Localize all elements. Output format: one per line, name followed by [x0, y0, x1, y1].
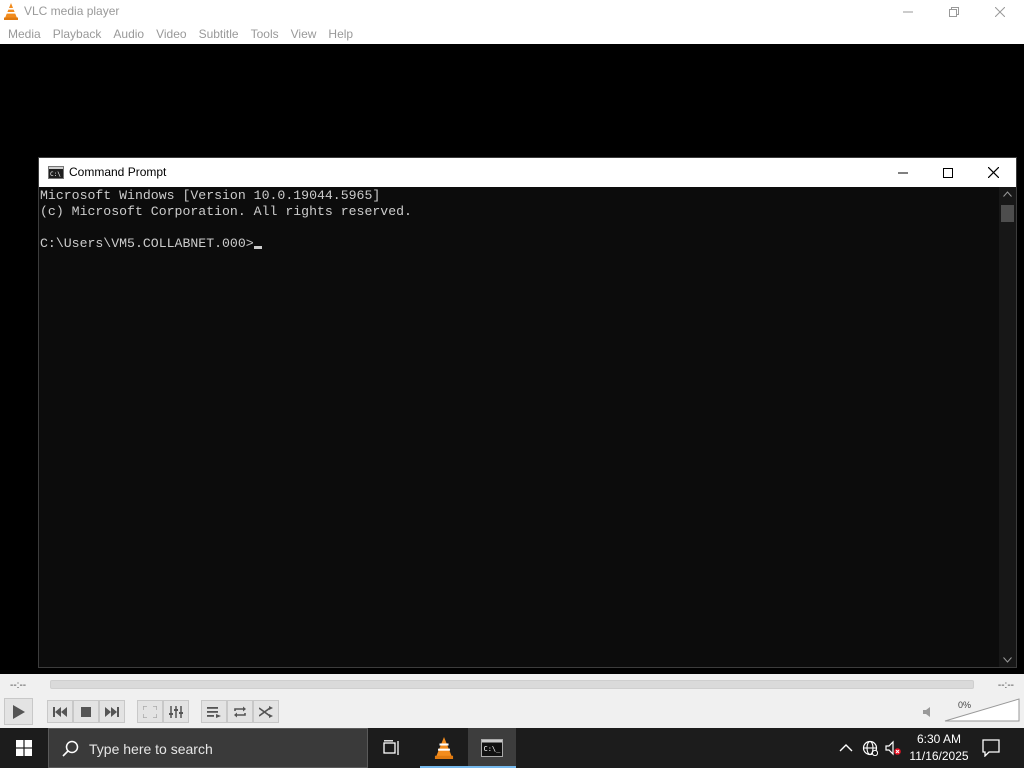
- console-output[interactable]: Microsoft Windows [Version 10.0.19044.59…: [39, 187, 999, 667]
- equalizer-icon: [169, 705, 183, 718]
- menu-help[interactable]: Help: [323, 27, 358, 41]
- console-line: (c) Microsoft Corporation. All rights re…: [40, 204, 412, 219]
- stop-icon: [81, 706, 91, 717]
- menu-tools[interactable]: Tools: [246, 27, 284, 41]
- menu-bar: Media Playback Audio Video Subtitle Tool…: [0, 23, 1024, 44]
- task-view-icon: [383, 740, 399, 755]
- scroll-down-icon[interactable]: [1003, 657, 1012, 663]
- volume-level: 0%: [958, 700, 972, 710]
- scroll-thumb[interactable]: [1001, 205, 1014, 222]
- play-icon: [12, 704, 25, 719]
- next-icon: [105, 706, 119, 717]
- stop-button[interactable]: [73, 700, 99, 723]
- prompt-line[interactable]: C:\Users\VM5.COLLABNET.000>: [40, 236, 999, 252]
- close-icon: [987, 167, 999, 178]
- fullscreen-icon: [143, 705, 157, 718]
- console-line: Microsoft Windows [Version 10.0.19044.59…: [40, 188, 381, 203]
- taskbar-command-prompt[interactable]: C:\_: [468, 728, 516, 768]
- loop-icon: [234, 706, 246, 717]
- loop-button[interactable]: [227, 700, 253, 723]
- notification-icon[interactable]: [982, 739, 1000, 757]
- taskbar: Type here to search C:\_ 6:30 AM 11/16/2…: [0, 728, 1024, 768]
- minimize-icon: [898, 172, 908, 173]
- cmd-titlebar[interactable]: C:\ Command Prompt: [39, 158, 1016, 187]
- cmd-app-icon: C:\: [48, 166, 64, 179]
- text-cursor: [253, 246, 262, 249]
- task-view-button[interactable]: [368, 728, 416, 768]
- search-icon: [62, 740, 79, 757]
- cmd-minimize-button[interactable]: [880, 158, 926, 187]
- elapsed-time: --:--: [10, 680, 27, 691]
- vertical-scrollbar[interactable]: [999, 187, 1016, 667]
- close-button[interactable]: [977, 0, 1023, 23]
- play-button[interactable]: [4, 698, 33, 725]
- total-time: --:--: [997, 680, 1014, 691]
- svg-text:C:\_: C:\_: [484, 745, 502, 753]
- fullscreen-button[interactable]: [137, 700, 163, 723]
- shuffle-button[interactable]: [253, 700, 279, 723]
- search-placeholder: Type here to search: [89, 741, 213, 757]
- prompt-text: C:\Users\VM5.COLLABNET.000>: [40, 236, 254, 251]
- close-icon: [995, 6, 1005, 17]
- scroll-up-icon[interactable]: [1003, 191, 1012, 197]
- volume-muted-icon[interactable]: [885, 740, 901, 756]
- vlc-cone-icon: [434, 737, 454, 759]
- playlist-icon: [207, 706, 221, 718]
- speaker-icon[interactable]: [922, 706, 934, 718]
- cmd-window-title: Command Prompt: [69, 165, 167, 179]
- network-icon[interactable]: [862, 740, 878, 756]
- playlist-button[interactable]: [201, 700, 227, 723]
- menu-playback[interactable]: Playback: [48, 27, 107, 41]
- previous-icon: [53, 706, 67, 717]
- window-title: VLC media player: [24, 4, 120, 18]
- restore-button[interactable]: [931, 0, 977, 23]
- previous-button[interactable]: [47, 700, 73, 723]
- seek-row: --:-- --:--: [0, 674, 1024, 696]
- menu-subtitle[interactable]: Subtitle: [194, 27, 244, 41]
- shuffle-icon: [259, 705, 273, 718]
- menu-audio[interactable]: Audio: [108, 27, 149, 41]
- volume-slider[interactable]: [944, 698, 1020, 722]
- command-prompt-window[interactable]: C:\ Command Prompt Microsoft Windows [Ve…: [38, 157, 1017, 668]
- cmd-maximize-button[interactable]: [925, 158, 971, 187]
- maximize-icon: [943, 167, 953, 178]
- windows-logo-icon: [16, 740, 32, 756]
- menu-media[interactable]: Media: [3, 27, 46, 41]
- menu-view[interactable]: View: [286, 27, 322, 41]
- minimize-icon: [903, 11, 913, 12]
- start-button[interactable]: [0, 728, 48, 768]
- menu-video[interactable]: Video: [151, 27, 191, 41]
- next-button[interactable]: [99, 700, 125, 723]
- clock-date: 11/16/2025: [909, 749, 969, 763]
- cmd-close-button[interactable]: [970, 158, 1016, 187]
- seek-slider[interactable]: [50, 680, 974, 689]
- playback-controls: 0%: [0, 696, 1024, 728]
- extended-settings-button[interactable]: [163, 700, 189, 723]
- svg-text:C:\: C:\: [50, 171, 61, 178]
- system-clock[interactable]: 6:30 AM 11/16/2025: [904, 731, 974, 765]
- vlc-titlebar: VLC media player: [0, 0, 1024, 23]
- chevron-up-icon[interactable]: [838, 740, 854, 756]
- taskbar-vlc[interactable]: [420, 728, 468, 768]
- vlc-cone-icon: [4, 3, 18, 20]
- restore-icon: [949, 6, 959, 17]
- minimize-button[interactable]: [885, 0, 931, 23]
- search-box[interactable]: Type here to search: [48, 728, 368, 768]
- cmd-app-icon: C:\_: [481, 739, 503, 757]
- clock-time: 6:30 AM: [916, 732, 962, 746]
